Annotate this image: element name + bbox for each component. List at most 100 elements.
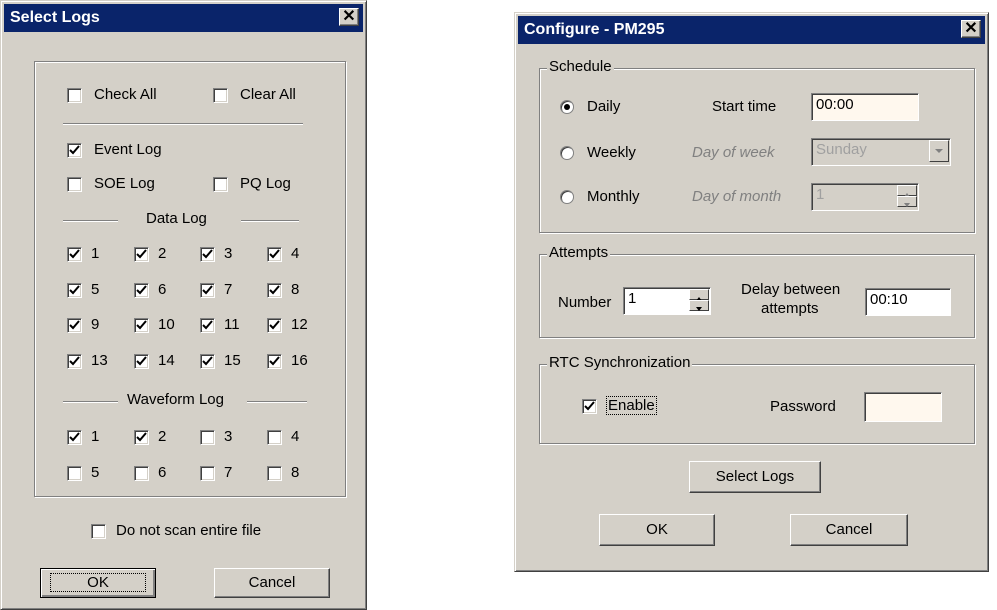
spin-up-icon[interactable]: [897, 185, 917, 197]
monthly-radio[interactable]: [560, 190, 574, 204]
data-log-checkbox-4[interactable]: [267, 247, 282, 262]
waveform-log-checkbox-3[interactable]: [200, 430, 215, 445]
spin-down-icon[interactable]: [897, 196, 917, 207]
number-stepper[interactable]: 1: [623, 287, 711, 315]
delay-value: 00:10: [870, 291, 908, 308]
rtc-group-label: RTC Synchronization: [547, 354, 693, 371]
data-log-label-10: 10: [158, 316, 175, 333]
weekly-radio[interactable]: [560, 146, 574, 160]
waveform-log-label-8: 8: [291, 464, 300, 481]
data-log-checkbox-16[interactable]: [267, 353, 282, 369]
clear-all-checkbox[interactable]: [213, 88, 228, 103]
data-log-line-left: [63, 220, 118, 222]
start-time-label: Start time: [712, 98, 777, 115]
attempts-group-label: Attempts: [547, 244, 611, 261]
delay-input[interactable]: 00:10: [865, 288, 951, 316]
check-all-label: Check All: [94, 86, 157, 103]
spin-up-icon[interactable]: [689, 289, 709, 301]
enable-checkbox[interactable]: [582, 399, 597, 414]
data-log-checkbox-2[interactable]: [134, 247, 149, 262]
data-log-checkbox-15[interactable]: [200, 353, 215, 369]
data-log-checkbox-12[interactable]: [267, 318, 282, 333]
delay-label-line2: attempts: [761, 300, 819, 317]
day-of-month-stepper[interactable]: 1: [811, 183, 919, 211]
pq-log-checkbox[interactable]: [213, 177, 228, 192]
data-log-line-right: [241, 220, 299, 222]
start-time-input[interactable]: 00:00: [811, 93, 919, 121]
check-all-checkbox[interactable]: [67, 88, 82, 103]
data-log-label-2: 2: [158, 245, 167, 262]
select-logs-dialog: Select Logs ✕ Check All Clear All Event …: [0, 0, 367, 610]
ok-button-label: OK: [50, 573, 146, 592]
data-log-label-1: 1: [91, 245, 100, 262]
waveform-log-checkbox-7[interactable]: [200, 466, 215, 481]
data-log-label-7: 7: [224, 280, 233, 298]
ok-button[interactable]: OK: [599, 514, 715, 546]
ok-button-label: OK: [646, 521, 668, 538]
close-icon[interactable]: ✕: [339, 8, 359, 26]
select-logs-button-label: Select Logs: [715, 468, 795, 485]
spin-down-icon[interactable]: [689, 300, 709, 311]
weekly-label: Weekly: [587, 144, 636, 161]
soe-log-checkbox[interactable]: [67, 177, 82, 192]
password-input[interactable]: [864, 392, 942, 422]
data-log-checkbox-1[interactable]: [67, 247, 82, 262]
daily-label: Daily: [587, 98, 621, 115]
waveform-log-checkbox-6[interactable]: [134, 466, 149, 481]
data-log-label-4: 4: [291, 245, 300, 262]
data-log-checkbox-11[interactable]: [200, 318, 215, 333]
data-log-checkbox-6[interactable]: [134, 282, 149, 298]
data-log-label-8: 8: [291, 280, 300, 298]
waveform-log-checkbox-2[interactable]: [134, 430, 149, 445]
data-log-label-16: 16: [291, 351, 308, 369]
event-log-checkbox[interactable]: [67, 143, 82, 158]
waveform-log-label-2: 2: [158, 428, 167, 445]
data-log-label-11: 11: [224, 316, 240, 333]
chevron-down-icon[interactable]: [929, 140, 949, 162]
do-not-scan-label: Do not scan entire file: [116, 522, 262, 539]
password-label: Password: [770, 398, 836, 415]
number-label: Number: [558, 294, 612, 311]
waveform-log-label-3: 3: [224, 428, 233, 445]
configure-title: Configure - PM295: [524, 21, 665, 38]
data-log-label-6: 6: [158, 280, 167, 298]
enable-label: Enable: [606, 396, 657, 415]
day-of-week-select[interactable]: Sunday: [811, 138, 951, 166]
schedule-group-label: Schedule: [547, 58, 614, 75]
data-log-checkbox-3[interactable]: [200, 247, 215, 262]
daily-radio[interactable]: [560, 100, 574, 114]
waveform-log-checkbox-4[interactable]: [267, 430, 282, 445]
delay-label-line1: Delay between: [741, 281, 841, 298]
waveform-line-left: [63, 401, 118, 403]
cancel-button[interactable]: Cancel: [214, 568, 330, 598]
do-not-scan-checkbox[interactable]: [91, 524, 106, 539]
data-log-label-15: 15: [224, 351, 241, 369]
waveform-log-checkbox-5[interactable]: [67, 466, 82, 481]
data-log-label-12: 12: [291, 316, 308, 333]
data-log-checkbox-13[interactable]: [67, 353, 82, 369]
event-log-label: Event Log: [94, 141, 162, 158]
data-log-checkbox-5[interactable]: [67, 282, 82, 298]
day-of-month-label: Day of month: [692, 188, 782, 205]
data-log-checkbox-8[interactable]: [267, 282, 282, 298]
waveform-log-checkbox-8[interactable]: [267, 466, 282, 481]
waveform-log-checkbox-1[interactable]: [67, 430, 82, 445]
configure-titlebar[interactable]: Configure - PM295 ✕: [518, 16, 985, 44]
data-log-checkbox-10[interactable]: [134, 318, 149, 333]
soe-log-label: SOE Log: [94, 175, 155, 192]
start-time-value: 00:00: [816, 96, 854, 113]
cancel-button-label: Cancel: [248, 574, 296, 591]
ok-button[interactable]: OK: [40, 568, 156, 598]
close-icon[interactable]: ✕: [961, 20, 981, 38]
day-of-month-value: 1: [816, 186, 825, 203]
select-logs-button[interactable]: Select Logs: [689, 461, 821, 493]
cancel-button[interactable]: Cancel: [790, 514, 908, 546]
waveform-log-label-6: 6: [158, 464, 167, 481]
pq-log-label: PQ Log: [240, 175, 291, 192]
data-log-checkbox-7[interactable]: [200, 282, 215, 298]
data-log-checkbox-14[interactable]: [134, 353, 149, 369]
number-value: 1: [628, 290, 637, 307]
select-logs-titlebar[interactable]: Select Logs ✕: [4, 4, 363, 32]
data-log-checkbox-9[interactable]: [67, 318, 82, 333]
waveform-line-right: [247, 401, 307, 403]
